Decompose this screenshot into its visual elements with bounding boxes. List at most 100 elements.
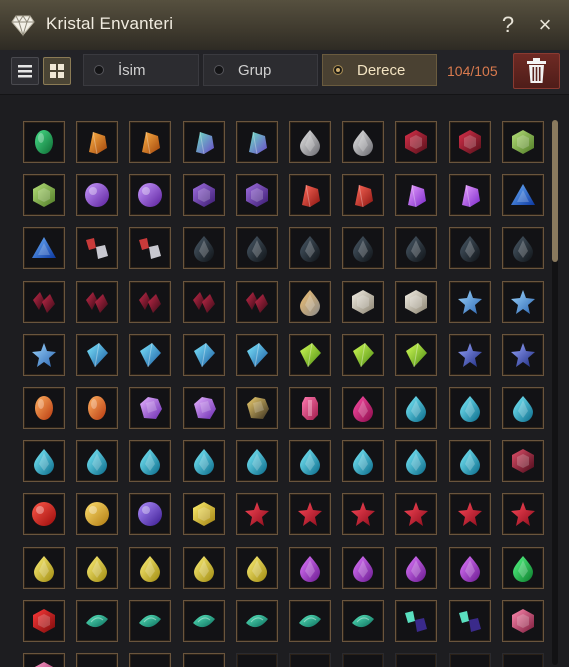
crystal-slot[interactable] [395, 387, 438, 429]
crystal-slot[interactable] [129, 121, 172, 163]
crystal-slot[interactable] [76, 599, 119, 642]
crystal-slot[interactable] [395, 599, 438, 642]
help-button[interactable]: ? [495, 11, 521, 39]
sort-tab-grade[interactable]: Derece [322, 54, 437, 86]
crystal-slot[interactable] [342, 440, 385, 483]
crystal-slot[interactable] [76, 174, 119, 217]
crystal-slot[interactable] [289, 333, 331, 376]
crystal-slot[interactable] [448, 121, 491, 163]
crystal-slot[interactable] [448, 280, 491, 323]
crystal-slot[interactable] [501, 387, 544, 429]
crystal-slot[interactable] [289, 440, 331, 483]
crystal-slot[interactable] [342, 227, 385, 270]
crystal-slot[interactable] [448, 333, 491, 376]
crystal-slot[interactable] [23, 280, 65, 323]
crystal-slot[interactable] [23, 333, 65, 376]
crystal-slot[interactable] [395, 227, 438, 270]
crystal-slot[interactable] [76, 227, 119, 270]
crystal-slot[interactable] [76, 280, 119, 323]
crystal-slot[interactable] [182, 121, 225, 163]
crystal-slot[interactable] [448, 493, 491, 536]
crystal-slot[interactable] [501, 121, 544, 163]
scrollbar-thumb[interactable] [552, 120, 558, 262]
crystal-slot[interactable] [76, 387, 119, 429]
crystal-slot[interactable] [342, 121, 385, 163]
crystal-slot[interactable] [182, 280, 225, 323]
crystal-slot[interactable] [182, 227, 225, 270]
crystal-slot[interactable] [448, 546, 491, 589]
title-bar[interactable]: Kristal Envanteri ? × [0, 0, 569, 51]
crystal-slot[interactable] [23, 440, 65, 483]
crystal-slot[interactable] [182, 333, 225, 376]
crystal-slot[interactable] [76, 333, 119, 376]
crystal-slot[interactable] [129, 493, 172, 536]
crystal-slot[interactable] [182, 653, 225, 667]
crystal-slot[interactable] [182, 493, 225, 536]
crystal-slot[interactable] [342, 546, 385, 589]
crystal-slot[interactable] [501, 333, 544, 376]
crystal-slot[interactable] [448, 174, 491, 217]
crystal-slot[interactable] [182, 440, 225, 483]
crystal-slot[interactable] [76, 653, 119, 667]
crystal-slot[interactable] [448, 440, 491, 483]
crystal-slot[interactable] [501, 174, 544, 217]
crystal-slot[interactable] [23, 227, 65, 270]
crystal-slot[interactable] [289, 121, 331, 163]
crystal-slot[interactable] [235, 280, 278, 323]
crystal-slot[interactable] [235, 493, 278, 536]
crystal-slot[interactable] [23, 121, 65, 163]
crystal-slot[interactable] [182, 599, 225, 642]
scrollbar[interactable] [552, 120, 558, 665]
crystal-slot[interactable] [342, 174, 385, 217]
crystal-slot[interactable] [129, 599, 172, 642]
crystal-slot[interactable] [23, 653, 65, 667]
crystal-slot[interactable] [23, 599, 65, 642]
crystal-slot[interactable] [23, 387, 65, 429]
crystal-slot[interactable] [289, 546, 331, 589]
crystal-slot[interactable] [76, 493, 119, 536]
crystal-slot[interactable] [289, 280, 331, 323]
crystal-slot[interactable] [395, 280, 438, 323]
sort-tab-group[interactable]: Grup [203, 54, 318, 86]
crystal-slot[interactable] [235, 174, 278, 217]
crystal-slot[interactable] [501, 280, 544, 323]
list-view-button[interactable] [11, 57, 39, 85]
crystal-slot[interactable] [395, 333, 438, 376]
crystal-slot[interactable] [235, 227, 278, 270]
crystal-slot[interactable] [448, 227, 491, 270]
crystal-slot[interactable] [289, 174, 331, 217]
crystal-slot[interactable] [501, 227, 544, 270]
crystal-slot[interactable] [289, 599, 331, 642]
crystal-slot[interactable] [182, 546, 225, 589]
crystal-slot[interactable] [342, 493, 385, 536]
crystal-slot[interactable] [129, 653, 172, 667]
crystal-slot[interactable] [289, 493, 331, 536]
crystal-slot[interactable] [129, 333, 172, 376]
crystal-slot[interactable] [395, 493, 438, 536]
crystal-slot[interactable] [395, 174, 438, 217]
crystal-slot[interactable] [342, 387, 385, 429]
crystal-slot[interactable] [395, 546, 438, 589]
crystal-slot[interactable] [129, 387, 172, 429]
sort-tab-name[interactable]: İsim [83, 54, 199, 86]
crystal-slot[interactable] [129, 280, 172, 323]
crystal-slot[interactable] [235, 599, 278, 642]
crystal-slot[interactable] [448, 387, 491, 429]
delete-button[interactable] [513, 53, 560, 89]
crystal-slot[interactable] [395, 121, 438, 163]
crystal-slot[interactable] [501, 493, 544, 536]
crystal-slot[interactable] [76, 440, 119, 483]
crystal-slot[interactable] [501, 546, 544, 589]
close-button[interactable]: × [532, 11, 558, 39]
crystal-slot[interactable] [129, 546, 172, 589]
crystal-slot[interactable] [23, 493, 65, 536]
crystal-slot[interactable] [448, 599, 491, 642]
crystal-slot[interactable] [235, 546, 278, 589]
crystal-slot[interactable] [182, 174, 225, 217]
crystal-slot[interactable] [342, 280, 385, 323]
crystal-slot[interactable] [289, 227, 331, 270]
crystal-slot[interactable] [235, 121, 278, 163]
crystal-slot[interactable] [182, 387, 225, 429]
crystal-slot[interactable] [501, 440, 544, 483]
crystal-slot[interactable] [501, 599, 544, 642]
